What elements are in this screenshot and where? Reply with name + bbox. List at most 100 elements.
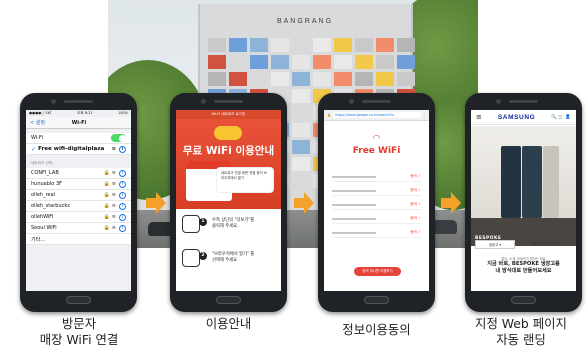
wifi-settings-screen: ●●●●○ SKT 오후 8:21 100% < 설정 Wi-Fi Wi-Fi … — [26, 110, 131, 291]
network-name: olleh_real — [31, 192, 56, 198]
url-field[interactable]: https://www.google.co.kr/search?q — [333, 112, 421, 118]
facade-panel — [376, 38, 394, 52]
facade-panel — [334, 38, 352, 52]
selected-network-row[interactable]: ✓ Free wifi-digitalplaza ≋ i — [26, 144, 131, 155]
step-number-1: 1 — [199, 218, 207, 226]
product-chip[interactable]: BESPOKE 냉장고 — [519, 240, 573, 249]
facade-panel — [271, 72, 289, 86]
consent-line: 동의 ✓ — [332, 200, 421, 210]
hand-tap-icon — [182, 249, 200, 267]
facade-panel — [271, 38, 289, 52]
caption-consent: 정보이용동의 — [342, 322, 411, 337]
checkmark-icon: ✓ — [31, 145, 37, 153]
facade-panel — [355, 72, 373, 86]
consent-line: 동의 ✓ — [332, 172, 421, 182]
back-button[interactable]: < 설정 — [30, 119, 45, 126]
facade-panel — [292, 89, 310, 103]
arrow-right-icon — [294, 192, 314, 214]
facade-panel — [292, 174, 310, 188]
facade-panel — [292, 140, 310, 154]
lock-icon: 🔒 — [103, 214, 110, 220]
facade-panel — [397, 72, 415, 86]
category-chip[interactable]: 냉장고 ▾ — [475, 240, 515, 249]
facade-panel — [250, 72, 268, 86]
network-row[interactable]: ollehWiFi 🔒 ≋ i — [26, 212, 131, 223]
phone-guide: Wi-Fi 네트워크 로그인 무료 WiFi 이용안내 네트워크 연결 화면 연… — [170, 93, 287, 312]
home-button[interactable] — [66, 296, 91, 304]
facade-panel — [355, 55, 373, 69]
browser-url-bar: 🔒 https://www.google.co.kr/search?q ⋮ — [324, 110, 429, 121]
wifi-signal-icon: ≋ — [111, 146, 116, 152]
consent-line: 동의 ✓ — [332, 214, 421, 224]
network-section-header: 네트워크 선택... — [31, 161, 56, 165]
facade-panel — [208, 72, 226, 86]
arrow-right-icon — [441, 192, 461, 214]
wifi-icon: ◠ — [372, 134, 381, 144]
network-row[interactable]: olleh_real 🔒 ≋ i — [26, 190, 131, 201]
hamburger-menu-icon[interactable]: ≡ — [476, 113, 482, 121]
facade-panel — [397, 55, 415, 69]
network-name: hunuabio 3F — [31, 181, 63, 187]
network-name: Seoul WiFi — [31, 225, 57, 231]
info-icon[interactable]: i — [119, 145, 126, 153]
info-icon[interactable]: i — [119, 224, 126, 232]
consent-title: Free WiFi — [352, 146, 401, 156]
facade-panel — [292, 106, 310, 120]
login-bar: Wi-Fi 네트워크 로그인 — [176, 110, 281, 119]
tagline-line-2: 내 방식대로 만들어보세요 — [495, 268, 552, 274]
status-bar: ●●●●○ SKT 오후 8:21 100% — [26, 110, 131, 117]
network-row[interactable]: olleh_starbucks 🔒 ≋ i — [26, 201, 131, 212]
network-row-other[interactable]: 기타... — [26, 234, 131, 245]
guide-hero: 무료 WiFi 이용안내 네트워크 연결 화면 연결 중이 브라우저에서 열기 — [176, 119, 281, 209]
step-1-line-b: 클릭해 주세요. — [212, 224, 239, 229]
network-row[interactable]: CONFI_LAB 🔒 ≋ i — [26, 168, 131, 179]
consent-line: 동의 ✓ — [332, 228, 421, 238]
more-menu-icon[interactable]: ⋮ — [423, 113, 426, 117]
lock-icon: 🔒 — [103, 170, 110, 176]
info-icon[interactable]: i — [119, 213, 126, 221]
wifi-toggle[interactable] — [111, 134, 126, 142]
facade-panel — [313, 38, 331, 52]
home-button[interactable] — [216, 296, 241, 304]
flow-illustration: BANGRANG ●●●●○ SKT 오후 8:21 100% < 설정 Wi-… — [0, 0, 587, 350]
caption-connect: 방문자 매장 WiFi 연결 — [18, 316, 140, 348]
lock-icon: 🔒 — [103, 225, 110, 231]
step-2-line-b: 선택해 주세요. — [212, 258, 239, 263]
facade-panel — [271, 55, 289, 69]
phone-landing: ≡ SAMSUNG 🔍 🛒 👤 BESPOKE 냉장고 ▾ BESPOKE 냉장… — [465, 93, 582, 312]
info-icon[interactable]: i — [119, 202, 126, 210]
facade-panel — [313, 55, 331, 69]
guide-step-2: 2 "브라우저에서 열기" 를 선택해 주세요. — [182, 241, 276, 275]
lock-icon: 🔒 — [327, 113, 332, 117]
facade-panel — [292, 38, 310, 52]
samsung-logo[interactable]: SAMSUNG — [498, 114, 535, 121]
carrier-text: ●●●●○ SKT — [29, 111, 52, 115]
facade-panel — [250, 55, 268, 69]
arrow-right-icon — [146, 192, 166, 214]
wifi-logo — [214, 126, 242, 140]
network-row[interactable]: hunuabio 3F 🔒 ≋ i — [26, 179, 131, 190]
tooltip-bubble: 네트워크 연결 화면 연결 중이 브라우저에서 열기 — [216, 167, 274, 193]
header-icons[interactable]: 🔍 🛒 👤 — [551, 115, 571, 120]
phone-wifi-settings: ●●●●○ SKT 오후 8:21 100% < 설정 Wi-Fi Wi-Fi … — [20, 93, 137, 312]
guide-screen: Wi-Fi 네트워크 로그인 무료 WiFi 이용안내 네트워크 연결 화면 연… — [176, 110, 281, 291]
caption-connect-line-1: 방문자 — [61, 316, 97, 331]
info-icon[interactable]: i — [119, 191, 126, 199]
status-time: 오후 8:21 — [77, 111, 93, 115]
facade-panel — [292, 157, 310, 171]
landing-tagline: 컬러, 소재, 모듈까지 원하는 대로 지금 바로, BESPOKE 냉장고를 … — [471, 256, 576, 275]
wifi-signal-icon: ≋ — [111, 225, 116, 231]
facade-panel — [292, 123, 310, 137]
wifi-signal-icon: ≋ — [111, 192, 116, 198]
info-icon[interactable]: i — [119, 169, 126, 177]
agree-button[interactable]: 동의 하시면 이용하기 — [354, 267, 401, 276]
network-row[interactable]: Seoul WiFi 🔒 ≋ i — [26, 223, 131, 234]
info-icon[interactable]: i — [119, 180, 126, 188]
home-button[interactable] — [511, 296, 536, 304]
facade-panel — [376, 55, 394, 69]
home-button[interactable] — [364, 296, 389, 304]
guide-title: 무료 WiFi 이용안내 — [182, 145, 275, 157]
caption-landing: 지정 Web 페이지 자동 랜딩 — [455, 316, 587, 348]
caption-guide: 이용안내 — [205, 316, 252, 331]
lock-icon: 🔒 — [103, 192, 110, 198]
